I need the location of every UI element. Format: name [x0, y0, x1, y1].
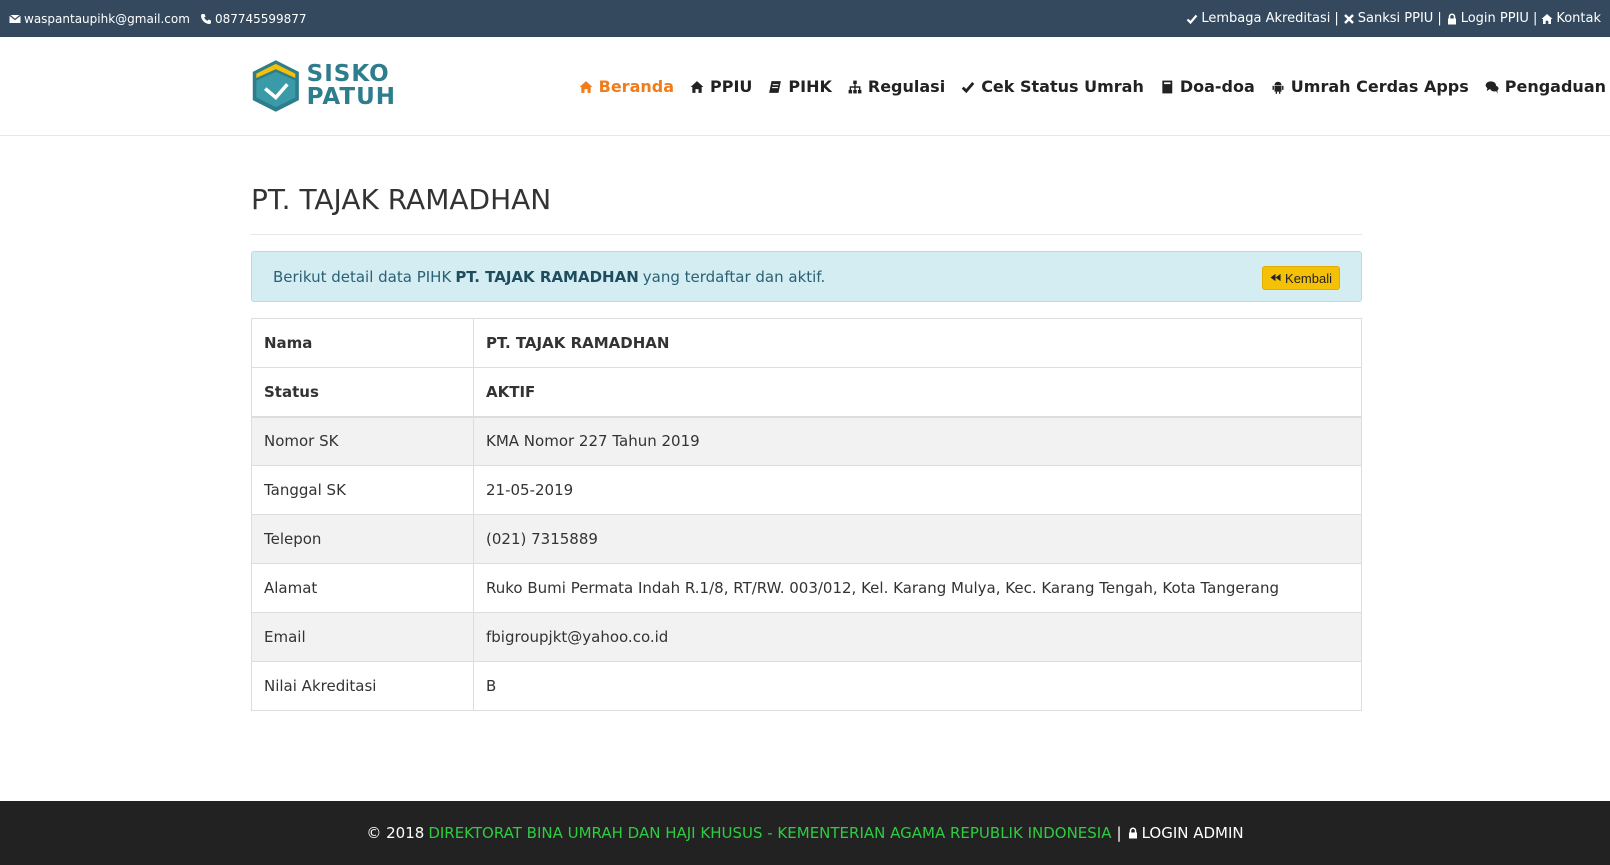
nav-doa-doa[interactable]: Doa-doa	[1160, 77, 1255, 96]
contact-email-text: waspantaupihk@gmail.com	[24, 11, 190, 26]
link-kontak[interactable]: Kontak	[1541, 11, 1601, 26]
table-row-status: Status AKTIF	[251, 367, 1362, 418]
row-value: fbigroupjkt@yahoo.co.id	[473, 612, 1362, 662]
row-label: Email	[251, 612, 474, 662]
row-value: 21-05-2019	[473, 465, 1362, 515]
times-icon	[1343, 13, 1355, 25]
book-icon	[768, 80, 782, 94]
contact-email[interactable]: waspantaupihk@gmail.com	[9, 12, 190, 26]
nav-pihk[interactable]: PIHK	[768, 77, 832, 96]
table-row-tanggal-sk: Tanggal SK 21-05-2019	[251, 465, 1362, 515]
footer-separator: |	[1116, 824, 1122, 842]
logo-line-2: PATUH	[306, 84, 396, 110]
logo-emblem-icon	[252, 60, 299, 112]
table-row-nama: Nama PT. TAJAK RAMADHAN	[251, 318, 1362, 368]
row-value: B	[473, 661, 1362, 711]
site-footer: © 2018 DIREKTORAT BINA UMRAH DAN HAJI KH…	[0, 801, 1610, 865]
phone-icon	[200, 13, 212, 25]
nav-cek-status-umrah[interactable]: Cek Status Umrah	[961, 77, 1144, 96]
footer-copyright: © 2018	[366, 824, 425, 842]
link-label: Login PPIU	[1460, 11, 1529, 26]
comments-icon	[1485, 80, 1499, 94]
link-lembaga-akreditasi[interactable]: Lembaga Akreditasi	[1186, 11, 1330, 26]
nav-label: PPIU	[710, 77, 753, 96]
footer-login-admin[interactable]: LOGIN ADMIN	[1127, 824, 1244, 842]
row-label: Nama	[251, 318, 474, 368]
android-icon	[1271, 80, 1285, 94]
table-row-email: Email fbigroupjkt@yahoo.co.id	[251, 612, 1362, 662]
link-label: Sanksi PPIU	[1357, 11, 1434, 26]
title-divider	[251, 234, 1362, 235]
nav-pengaduan[interactable]: Pengaduan	[1485, 77, 1606, 96]
row-value: KMA Nomor 227 Tahun 2019	[473, 416, 1362, 466]
nav-label: Pengaduan	[1504, 77, 1606, 96]
nav-label: Doa-doa	[1179, 77, 1255, 96]
back-button-label: Kembali	[1285, 270, 1332, 286]
table-row-telepon: Telepon (021) 7315889	[251, 514, 1362, 564]
home-icon	[579, 80, 593, 94]
separator: |	[1334, 11, 1339, 26]
link-label: Kontak	[1556, 11, 1601, 26]
table-row-alamat: Alamat Ruko Bumi Permata Indah R.1/8, RT…	[251, 563, 1362, 613]
nav-label: Beranda	[598, 77, 674, 96]
row-label: Alamat	[251, 563, 474, 613]
home-icon	[1541, 13, 1553, 25]
book-icon	[1160, 80, 1174, 94]
footer-org-link[interactable]: DIREKTORAT BINA UMRAH DAN HAJI KHUSUS - …	[428, 824, 1111, 842]
row-label: Telepon	[251, 514, 474, 564]
contact-phone-text: 087745599877	[214, 11, 307, 26]
detail-table: Nama PT. TAJAK RAMADHAN Status AKTIF Nom…	[251, 318, 1362, 711]
site-logo[interactable]: SISKO PATUH	[251, 55, 396, 117]
lock-icon	[1127, 827, 1139, 839]
contact-phone[interactable]: 087745599877	[200, 12, 307, 26]
link-label: Lembaga Akreditasi	[1201, 11, 1331, 26]
nav-beranda[interactable]: Beranda	[579, 77, 674, 96]
row-value: (021) 7315889	[473, 514, 1362, 564]
alert-company-name: PT. TAJAK RAMADHAN	[455, 267, 639, 286]
nav-label: Regulasi	[867, 77, 946, 96]
row-value: PT. TAJAK RAMADHAN	[473, 318, 1362, 368]
row-label: Nomor SK	[251, 416, 474, 466]
nav-label: PIHK	[788, 77, 832, 96]
back-button[interactable]: Kembali	[1262, 266, 1340, 290]
separator: |	[1532, 11, 1538, 26]
backward-icon	[1270, 272, 1282, 284]
nav-ppiu[interactable]: PPIU	[690, 77, 752, 96]
home-icon	[690, 80, 704, 94]
logo-line-1: SISKO	[306, 61, 390, 87]
row-value: Ruko Bumi Permata Indah R.1/8, RT/RW. 00…	[473, 563, 1362, 613]
table-row-nomor-sk: Nomor SK KMA Nomor 227 Tahun 2019	[251, 416, 1362, 466]
logo-text: SISKO PATUH	[307, 63, 396, 109]
check-icon	[1186, 13, 1198, 25]
alert-message: Berikut detail data PIHK PT. TAJAK RAMAD…	[273, 252, 825, 301]
alert-suffix: yang terdaftar dan aktif.	[642, 267, 826, 286]
lock-icon	[1446, 12, 1458, 25]
top-links: Lembaga Akreditasi | Sanksi PPIU | Login…	[1186, 0, 1601, 37]
table-row-nilai-akreditasi: Nilai Akreditasi B	[251, 661, 1362, 711]
row-label: Tanggal SK	[251, 465, 474, 515]
nav-label: Cek Status Umrah	[981, 77, 1144, 96]
row-value: AKTIF	[473, 367, 1362, 418]
sitemap-icon	[848, 80, 862, 94]
alert-prefix: Berikut detail data PIHK	[273, 267, 452, 286]
nav-label: Umrah Cerdas Apps	[1290, 77, 1469, 96]
row-label: Status	[251, 367, 474, 418]
footer-login-label: LOGIN ADMIN	[1141, 824, 1244, 842]
check-icon	[961, 80, 975, 94]
link-login-ppiu[interactable]: Login PPIU	[1446, 11, 1529, 26]
separator: |	[1437, 11, 1442, 26]
info-alert: Berikut detail data PIHK PT. TAJAK RAMAD…	[251, 251, 1362, 302]
nav-menu: Beranda PPIU PIHK Regulasi Cek Status Um…	[579, 37, 1606, 136]
page-title: PT. TAJAK RAMADHAN	[251, 183, 552, 216]
nav-umrah-cerdas-apps[interactable]: Umrah Cerdas Apps	[1271, 77, 1469, 96]
contact-info: waspantaupihk@gmail.com 087745599877	[9, 0, 307, 37]
main-navbar: SISKO PATUH Beranda PPIU PIHK Regulasi C…	[0, 37, 1610, 136]
top-bar: waspantaupihk@gmail.com 087745599877 Lem…	[0, 0, 1610, 37]
envelope-icon	[9, 13, 21, 25]
link-sanksi-ppiu[interactable]: Sanksi PPIU	[1343, 11, 1434, 26]
row-label: Nilai Akreditasi	[251, 661, 474, 711]
nav-regulasi[interactable]: Regulasi	[848, 77, 945, 96]
